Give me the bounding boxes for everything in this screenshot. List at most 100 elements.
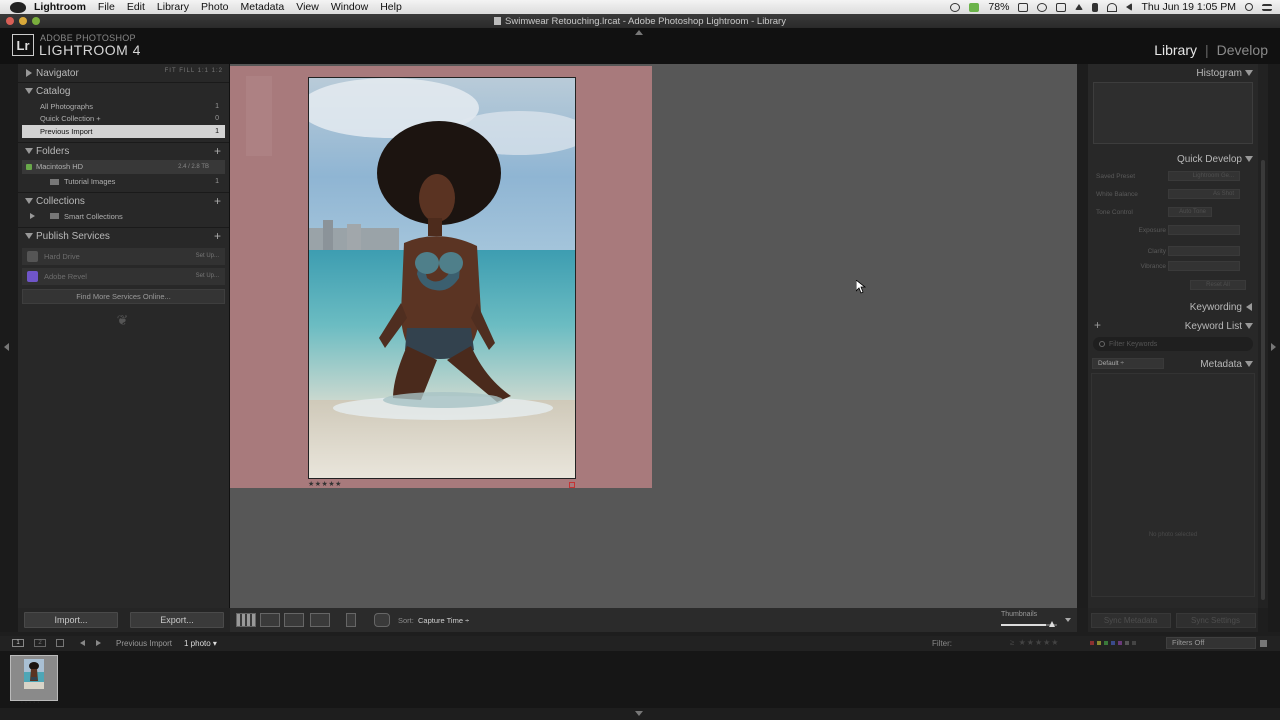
navigator-expand-icon[interactable] [26, 69, 32, 77]
add-publish-service-button[interactable]: + [214, 229, 221, 243]
creative-cloud-icon[interactable] [1037, 2, 1048, 12]
histogram-header[interactable]: Histogram [1088, 64, 1258, 82]
survey-view-icon[interactable] [310, 613, 330, 627]
record-status-icon[interactable] [950, 2, 961, 12]
collapse-left-arrow-icon[interactable] [4, 343, 9, 351]
painter-spray-can-icon[interactable] [346, 613, 356, 627]
menu-edit[interactable]: Edit [127, 1, 145, 13]
menu-view[interactable]: View [296, 1, 319, 13]
menu-help[interactable]: Help [380, 1, 402, 13]
thumbnail-slider-knob[interactable] [1048, 621, 1055, 627]
publish-services-header[interactable]: Publish Services + [18, 226, 229, 245]
setup-button[interactable]: Set Up... [196, 273, 219, 279]
module-develop[interactable]: Develop [1217, 42, 1268, 58]
battery-percent[interactable]: 78% [988, 1, 1009, 13]
filter-color-labels[interactable] [1090, 641, 1136, 645]
add-folder-button[interactable]: + [214, 144, 221, 158]
back-arrow-icon[interactable] [80, 640, 85, 646]
keyword-list-collapse-icon[interactable] [1245, 323, 1253, 329]
clock[interactable]: Thu Jun 19 1:05 PM [1141, 1, 1236, 13]
metadata-preset-select[interactable]: Default ÷ [1092, 358, 1164, 369]
keyword-list-header[interactable]: + Keyword List [1088, 317, 1258, 335]
eject-icon[interactable] [1075, 4, 1084, 10]
quick-develop-collapse-icon[interactable] [1245, 156, 1253, 162]
filmstrip-photo-count[interactable]: 1 photo ▾ [184, 639, 217, 648]
display-icon[interactable] [1056, 2, 1067, 12]
grid-view-icon[interactable] [236, 613, 256, 627]
export-button[interactable]: Export... [130, 612, 224, 628]
publish-hard-drive[interactable]: Hard Drive Set Up... [22, 247, 225, 265]
catalog-collapse-icon[interactable] [25, 88, 33, 94]
catalog-item-all-photographs[interactable]: All Photographs 1 [22, 100, 225, 113]
menu-library[interactable]: Library [157, 1, 189, 13]
grid-cell-selected[interactable]: ★★★★★ [230, 66, 652, 488]
publish-collapse-icon[interactable] [25, 232, 33, 239]
collections-collapse-icon[interactable] [25, 198, 33, 204]
compare-view-icon[interactable] [284, 613, 304, 627]
photo-thumbnail[interactable] [308, 77, 576, 479]
wifi-icon[interactable] [1107, 2, 1118, 12]
center-scrollbar[interactable] [1077, 64, 1088, 608]
filter-rating-stars[interactable]: ≥ ★★★★★ [1010, 638, 1059, 647]
catalog-item-previous-import[interactable]: Previous Import 1 [22, 125, 225, 138]
left-panel-edge[interactable] [0, 64, 18, 632]
collections-header[interactable]: Collections + [18, 192, 229, 210]
color-label-custom[interactable] [1132, 641, 1136, 645]
import-button[interactable]: Import... [24, 612, 118, 628]
close-window-button[interactable] [6, 17, 14, 25]
right-panel-scrollbar[interactable] [1258, 64, 1268, 608]
rating-stars[interactable]: ★★★★★ [308, 480, 342, 488]
forward-arrow-icon[interactable] [96, 640, 101, 646]
keywording-header[interactable]: Keywording [1088, 298, 1258, 316]
thumbnail-size-slider[interactable] [1001, 621, 1057, 627]
catalog-item-quick-collection[interactable]: Quick Collection + 0 [22, 113, 225, 126]
color-label-none[interactable] [1125, 641, 1129, 645]
menu-photo[interactable]: Photo [201, 1, 228, 13]
right-panel-scroll-thumb[interactable] [1261, 160, 1265, 600]
color-label-red[interactable] [1090, 641, 1094, 645]
loupe-view-icon[interactable] [260, 613, 280, 627]
publish-adobe-revel[interactable]: Adobe Revel Set Up... [22, 267, 225, 285]
bluetooth-icon[interactable] [1092, 2, 1099, 12]
module-library[interactable]: Library [1154, 42, 1197, 58]
main-window-button[interactable]: 1 [12, 639, 24, 647]
apple-menu-icon[interactable] [10, 1, 26, 13]
expand-smart-collections-icon[interactable] [30, 213, 35, 219]
minimize-window-button[interactable] [19, 17, 27, 25]
filmstrip[interactable]: • • • • • [0, 651, 1280, 708]
sort-select[interactable]: Capture Time ÷ [418, 616, 469, 625]
color-label-blue[interactable] [1111, 641, 1115, 645]
volume-macintosh-hd[interactable]: Macintosh HD 2.4 / 2.8 TB [22, 159, 225, 174]
toolbar-menu-icon[interactable] [1065, 618, 1071, 622]
spotlight-search-icon[interactable] [1245, 3, 1253, 11]
add-keyword-button[interactable]: + [1094, 318, 1101, 332]
folder-tutorial-images[interactable]: Tutorial Images 1 [22, 176, 225, 189]
sort-direction-icon[interactable] [374, 613, 390, 627]
zoom-window-button[interactable] [32, 17, 40, 25]
second-window-button[interactable]: 2 [34, 639, 46, 647]
metadata-collapse-icon[interactable] [1245, 361, 1253, 367]
menu-file[interactable]: File [98, 1, 115, 13]
setup-button[interactable]: Set Up... [196, 253, 219, 259]
quick-develop-header[interactable]: Quick Develop [1088, 150, 1258, 168]
hide-filmstrip-arrow-icon[interactable] [635, 711, 643, 716]
keywording-expand-icon[interactable] [1246, 303, 1252, 311]
menu-app-name[interactable]: Lightroom [34, 1, 86, 13]
folders-header[interactable]: Folders + [18, 141, 229, 160]
navigator-header[interactable]: Navigator FIT FILL 1:1 1:2 [18, 64, 229, 82]
find-more-services-button[interactable]: Find More Services Online... [22, 288, 225, 304]
navigator-zoom-options[interactable]: FIT FILL 1:1 1:2 [165, 68, 223, 74]
menu-window[interactable]: Window [331, 1, 368, 13]
filter-keywords-input[interactable]: Filter Keywords [1093, 337, 1253, 351]
dropbox-icon[interactable] [1018, 2, 1029, 12]
filter-preset-select[interactable]: Filters Off [1166, 637, 1256, 649]
right-panel-edge[interactable] [1268, 64, 1280, 632]
color-label-yellow[interactable] [1097, 641, 1101, 645]
collection-smart-collections[interactable]: Smart Collections [22, 210, 225, 223]
histogram-collapse-icon[interactable] [1245, 70, 1253, 76]
collapse-right-arrow-icon[interactable] [1271, 343, 1276, 351]
filter-lock-icon[interactable] [1260, 640, 1267, 647]
notification-center-icon[interactable] [1262, 3, 1272, 11]
color-label-indicator[interactable] [569, 482, 575, 488]
filmstrip-thumbnail[interactable]: • • • • • [10, 655, 58, 706]
